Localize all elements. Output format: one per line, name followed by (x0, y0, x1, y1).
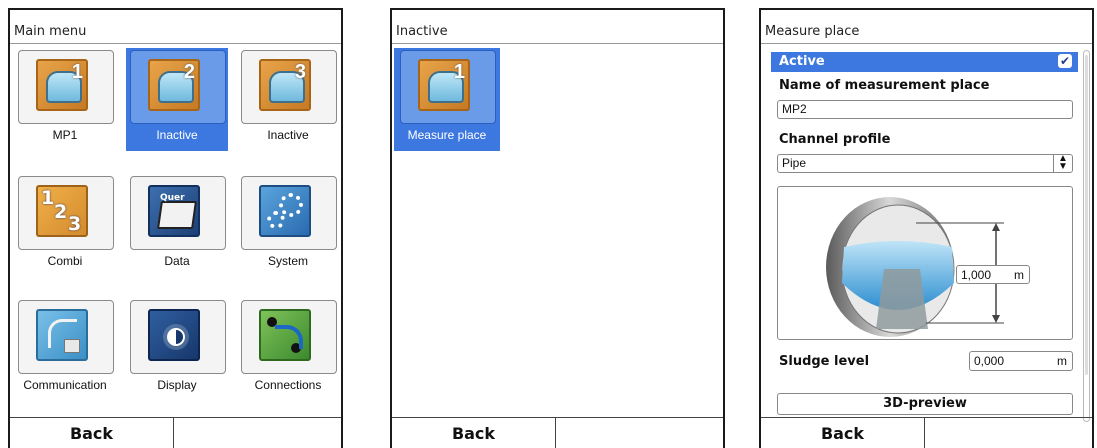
communication-icon (36, 309, 88, 361)
main-menu-screen: Main menu 1 MP1 2 Inactive 3 Inactive 12… (8, 8, 343, 448)
back-button[interactable]: Back (761, 418, 925, 448)
combi-icon: 123 (36, 185, 88, 237)
tile-label: Measure place (407, 128, 487, 142)
softkey-right[interactable] (174, 418, 341, 448)
measure-place-icon: 1 (36, 59, 88, 111)
tile-label: Communication (23, 378, 107, 392)
tile-inactive-2[interactable]: 2 Inactive (126, 48, 228, 151)
channel-profile-select[interactable]: Pipe ▲ ▼ (777, 154, 1073, 173)
tile-mp1[interactable]: 1 MP1 (14, 48, 116, 151)
softkey-bar: Back (10, 417, 341, 448)
display-brightness-icon (148, 309, 200, 361)
tile-communication[interactable]: Communication (14, 298, 116, 401)
diameter-input[interactable]: 1,000 m (956, 265, 1030, 284)
tile-label: Connections (254, 378, 322, 392)
3d-preview-button[interactable]: 3D-preview (777, 393, 1073, 415)
tile-data[interactable]: Quer Data (126, 174, 228, 277)
screen-title: Inactive (396, 24, 448, 39)
tile-combi[interactable]: 123 Combi (14, 174, 116, 277)
system-gear-icon (259, 185, 311, 237)
tile-label: System (267, 254, 308, 268)
tile-label: Data (164, 254, 190, 268)
back-button[interactable]: Back (392, 418, 556, 448)
active-checkbox[interactable]: ✔ (1058, 54, 1072, 68)
measure-place-icon: 1 (418, 59, 470, 111)
pipe-3d-icon (826, 197, 1004, 337)
tile-system[interactable]: System (237, 174, 339, 277)
connections-icon (259, 309, 311, 361)
pipe-preview: 1,000 m (777, 186, 1073, 340)
title-divider (761, 43, 1092, 44)
active-row[interactable]: Active ✔ (771, 52, 1078, 72)
name-label: Name of measurement place (779, 78, 990, 93)
tile-label: Combi (47, 254, 83, 268)
tile-label: Display (157, 378, 197, 392)
sludge-label: Sludge level (779, 354, 870, 369)
tile-label: Inactive (267, 128, 309, 142)
updown-arrows-icon: ▲ ▼ (1053, 154, 1072, 172)
measure-place-icon: 3 (259, 59, 311, 111)
data-folder-icon: Quer (148, 185, 200, 237)
tile-label: Inactive (156, 128, 198, 142)
title-divider (392, 43, 723, 44)
screen-title: Main menu (14, 24, 87, 39)
softkey-right[interactable] (556, 418, 723, 448)
title-divider (10, 43, 341, 44)
softkey-bar: Back (392, 417, 723, 448)
back-button[interactable]: Back (10, 418, 174, 448)
measure-place-screen: Measure place Active ✔ Name of measureme… (759, 8, 1094, 448)
sludge-input[interactable]: 0,000 m (969, 351, 1073, 371)
tile-display[interactable]: Display (126, 298, 228, 401)
scrollbar[interactable] (1083, 50, 1090, 422)
softkey-right[interactable] (925, 418, 1092, 448)
screen-title: Measure place (765, 24, 860, 39)
name-input[interactable]: MP2 (777, 100, 1073, 119)
measure-place-icon: 2 (148, 59, 200, 111)
tile-label: MP1 (52, 128, 78, 142)
tile-inactive-3[interactable]: 3 Inactive (237, 48, 339, 151)
active-label: Active (779, 54, 825, 69)
tile-connections[interactable]: Connections (237, 298, 339, 401)
channel-profile-label: Channel profile (779, 132, 891, 147)
softkey-bar: Back (761, 417, 1092, 448)
inactive-screen: Inactive 1 Measure place Back (390, 8, 725, 448)
tile-measure-place[interactable]: 1 Measure place (394, 48, 500, 151)
